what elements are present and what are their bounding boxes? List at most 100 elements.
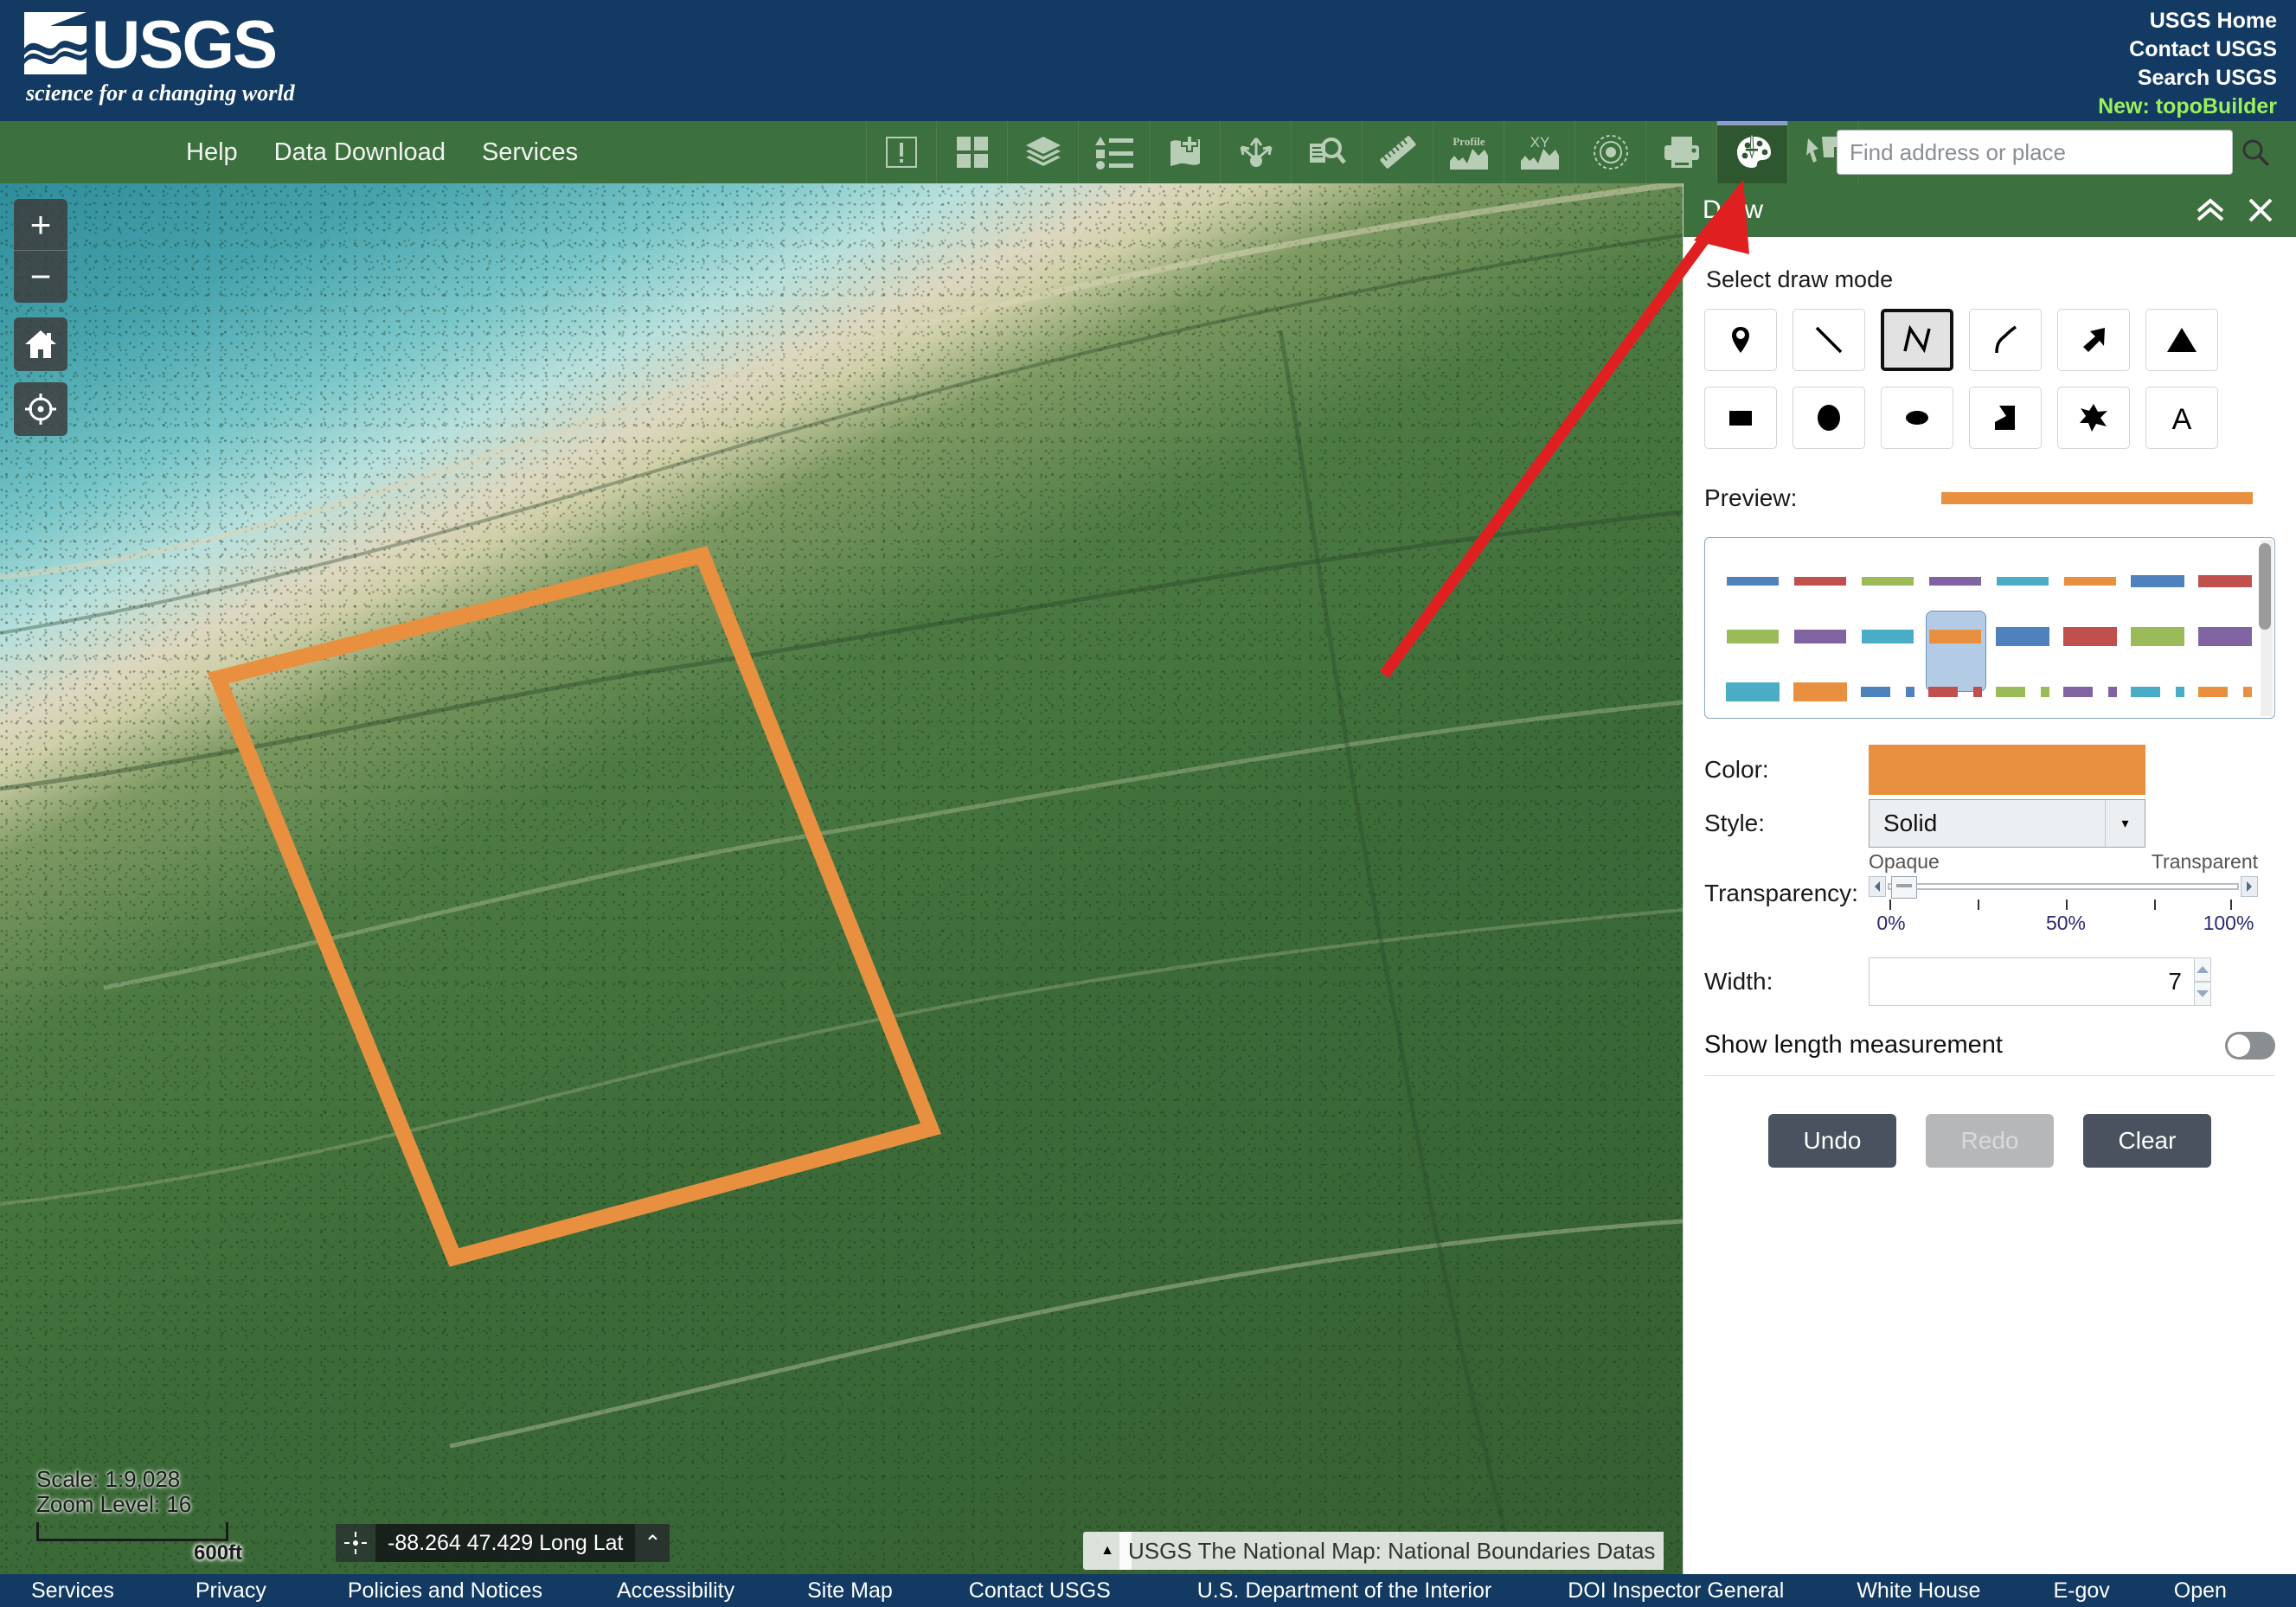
- zoom-out-button[interactable]: −: [14, 251, 67, 303]
- link-search-usgs[interactable]: Search USGS: [2098, 64, 2277, 93]
- footer-link-site-map[interactable]: Site Map: [807, 1578, 893, 1604]
- map-locate-button[interactable]: [14, 382, 67, 436]
- width-input[interactable]: [1869, 957, 2194, 1006]
- symbol-scrollbar-thumb[interactable]: [2259, 543, 2271, 630]
- freehand-line-icon[interactable]: [1969, 309, 2042, 371]
- draw-palette-icon[interactable]: [1717, 121, 1788, 183]
- usgs-logo[interactable]: USGS science for a changing world: [24, 10, 336, 112]
- footer-link-doi[interactable]: U.S. Department of the Interior: [1197, 1578, 1491, 1604]
- symbol-swatch[interactable]: [2191, 575, 2259, 587]
- elevation-profile-icon[interactable]: Profile: [1433, 121, 1504, 183]
- text-icon[interactable]: A: [2145, 387, 2218, 449]
- freehand-polygon-icon[interactable]: [2057, 387, 2130, 449]
- symbol-swatch[interactable]: [1989, 627, 2056, 646]
- undo-button[interactable]: Undo: [1768, 1114, 1896, 1168]
- symbol-swatch[interactable]: [1989, 577, 2056, 586]
- arrow-icon[interactable]: [2057, 309, 2130, 371]
- footer-link-egov[interactable]: E-gov: [2053, 1578, 2109, 1604]
- search-input[interactable]: [1837, 130, 2233, 175]
- footer-link-policies[interactable]: Policies and Notices: [348, 1578, 542, 1604]
- measure-ruler-icon[interactable]: [1363, 121, 1433, 183]
- coordinate-widget[interactable]: -88.264 47.429 Long Lat ⌃: [336, 1524, 670, 1562]
- footer-link-privacy[interactable]: Privacy: [196, 1578, 266, 1604]
- share-icon[interactable]: [1221, 121, 1292, 183]
- xy-profile-icon[interactable]: XY: [1504, 121, 1575, 183]
- transparency-decrease-button[interactable]: [1869, 876, 1886, 897]
- width-increment-button[interactable]: [2194, 957, 2211, 982]
- symbol-swatch[interactable]: [1854, 630, 1921, 643]
- symbol-swatch[interactable]: [2191, 627, 2259, 646]
- zoom-in-button[interactable]: +: [14, 199, 67, 251]
- chevron-double-up-icon[interactable]: [2189, 183, 2232, 237]
- map-home-button[interactable]: [14, 317, 67, 371]
- ellipse-icon[interactable]: [1881, 387, 1953, 449]
- point-icon[interactable]: [1704, 309, 1777, 371]
- close-x-icon[interactable]: [2239, 183, 2282, 237]
- length-measurement-toggle[interactable]: [2225, 1031, 2275, 1060]
- symbol-scrollbar-track[interactable]: [2259, 540, 2273, 716]
- menu-item-data-download[interactable]: Data Download: [274, 138, 446, 167]
- circle-icon[interactable]: [1793, 387, 1865, 449]
- symbol-swatch[interactable]: [1719, 682, 1786, 701]
- footer-link-white-house[interactable]: White House: [1857, 1578, 1980, 1604]
- polyline-icon[interactable]: [1881, 309, 1953, 371]
- basemap-grid-icon[interactable]: [937, 121, 1008, 183]
- transparency-slider[interactable]: Opaque Transparent 0% 50% 100%: [1869, 850, 2258, 936]
- transparency-track[interactable]: [1888, 876, 2239, 899]
- symbol-swatch[interactable]: [2056, 687, 2124, 697]
- transparency-thumb[interactable]: [1891, 876, 1917, 899]
- bookmark-target-icon[interactable]: [1575, 121, 1646, 183]
- symbol-swatch[interactable]: [1854, 687, 1921, 697]
- triangle-icon[interactable]: [2145, 309, 2218, 371]
- add-data-icon[interactable]: [1150, 121, 1221, 183]
- link-contact-usgs[interactable]: Contact USGS: [2098, 35, 2277, 64]
- menu-item-services[interactable]: Services: [482, 138, 578, 167]
- symbol-swatch[interactable]: [2056, 577, 2124, 586]
- layers-icon[interactable]: [1008, 121, 1079, 183]
- symbol-swatch[interactable]: [2191, 687, 2259, 697]
- search-icon[interactable]: [2233, 130, 2278, 175]
- footer-link-open[interactable]: Open: [2174, 1578, 2227, 1604]
- symbol-swatch[interactable]: [1921, 577, 1989, 586]
- link-usgs-home[interactable]: USGS Home: [2098, 7, 2277, 35]
- alert-icon[interactable]: [866, 121, 937, 183]
- symbol-swatch[interactable]: [2056, 627, 2124, 646]
- coordinate-expand-button[interactable]: ⌃: [635, 1524, 670, 1562]
- footer-link-accessibility[interactable]: Accessibility: [617, 1578, 734, 1604]
- style-select[interactable]: Solid ▾: [1869, 799, 2145, 848]
- symbol-swatch[interactable]: [2124, 627, 2191, 646]
- symbol-swatch[interactable]: [1921, 687, 1989, 697]
- menu-item-help[interactable]: Help: [186, 138, 238, 167]
- print-icon[interactable]: [1646, 121, 1717, 183]
- symbol-swatch[interactable]: [1786, 682, 1854, 701]
- polygon-icon[interactable]: [1969, 387, 2042, 449]
- symbol-swatch[interactable]: [2124, 575, 2191, 587]
- symbol-swatch[interactable]: [1786, 630, 1854, 643]
- symbol-swatch[interactable]: [1719, 630, 1786, 643]
- footer-link-inspector-general[interactable]: DOI Inspector General: [1568, 1578, 1784, 1604]
- map-canvas[interactable]: + − Scale: 1:9,028 Zoom Level: 16 600ft …: [0, 183, 1683, 1574]
- symbol-swatch[interactable]: [1786, 577, 1854, 586]
- symbol-swatch[interactable]: [2124, 687, 2191, 697]
- footer-link-services[interactable]: Services: [31, 1578, 114, 1604]
- transparency-increase-button[interactable]: [2241, 876, 2258, 897]
- symbol-swatch[interactable]: [1854, 577, 1921, 586]
- draw-action-buttons: Undo Redo Clear: [1704, 1114, 2275, 1168]
- link-topobuilder[interactable]: New: topoBuilder: [2098, 93, 2277, 121]
- width-stepper[interactable]: [2194, 957, 2211, 1006]
- chevron-down-icon[interactable]: ▾: [2105, 800, 2145, 847]
- symbol-picker[interactable]: [1704, 537, 2275, 719]
- line-icon[interactable]: [1793, 309, 1865, 371]
- footer-link-contact-usgs[interactable]: Contact USGS: [969, 1578, 1111, 1604]
- crosshair-small-icon[interactable]: [336, 1524, 375, 1562]
- legend-icon[interactable]: [1079, 121, 1150, 183]
- symbol-swatch-selected[interactable]: [1921, 611, 1989, 692]
- color-swatch-button[interactable]: [1869, 745, 2145, 795]
- width-decrement-button[interactable]: [2194, 982, 2211, 1006]
- map-zoom-controls[interactable]: + −: [14, 199, 67, 303]
- identify-search-icon[interactable]: [1292, 121, 1363, 183]
- symbol-swatch[interactable]: [1719, 577, 1786, 586]
- symbol-swatch[interactable]: [1989, 687, 2056, 697]
- clear-button[interactable]: Clear: [2083, 1114, 2211, 1168]
- rectangle-icon[interactable]: [1704, 387, 1777, 449]
